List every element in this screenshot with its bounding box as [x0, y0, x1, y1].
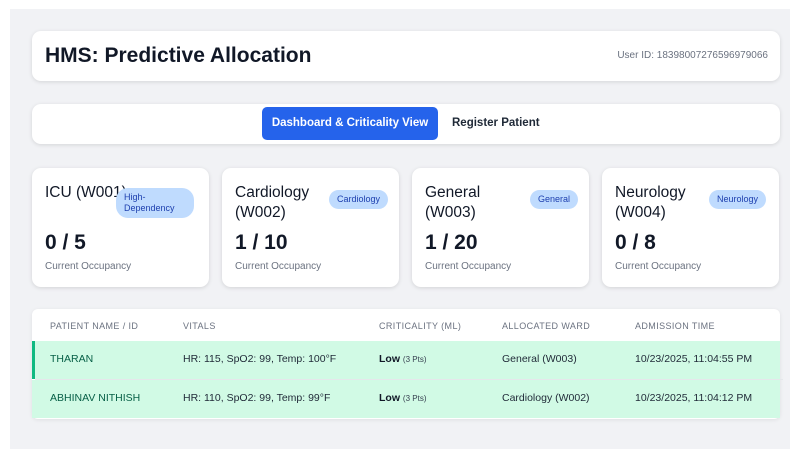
app-container: HMS: Predictive Allocation User ID: 1839… — [10, 9, 790, 449]
ward-badge: Cardiology — [329, 190, 389, 209]
ward-occupancy: 0 / 8 — [615, 231, 656, 254]
criticality-points: (3 Pts) — [402, 394, 427, 403]
ward-card-neurology: Neurology (W004) Neurology 0 / 8 Current… — [602, 168, 779, 287]
patient-criticality: Low (3 Pts) — [379, 392, 426, 404]
patient-vitals: HR: 115, SpO2: 99, Temp: 100°F — [183, 353, 337, 365]
ward-card-icu: ICU (W001) High-Dependency 0 / 5 Current… — [32, 168, 209, 287]
patient-ward: General (W003) — [502, 353, 577, 365]
patient-criticality: Low (3 Pts) — [379, 353, 426, 365]
table-header: PATIENT NAME / ID VITALS CRITICALITY (ML… — [32, 309, 780, 341]
ward-occupancy-caption: Current Occupancy — [425, 261, 512, 272]
tab-bar: Dashboard & Criticality View Register Pa… — [32, 104, 780, 144]
ward-occupancy: 0 / 5 — [45, 231, 86, 254]
ward-name: Cardiology (W002) — [235, 184, 310, 221]
ward-badge: General — [530, 190, 579, 209]
column-header-patient: PATIENT NAME / ID — [50, 321, 139, 331]
criticality-level: Low — [379, 353, 400, 365]
table-row[interactable]: THARAN HR: 115, SpO2: 99, Temp: 100°F Lo… — [32, 341, 783, 380]
patient-name: THARAN — [50, 353, 94, 365]
ward-occupancy-caption: Current Occupancy — [45, 261, 132, 272]
ward-card-cardiology: Cardiology (W002) Cardiology 1 / 10 Curr… — [222, 168, 399, 287]
table-row[interactable]: ABHINAV NITHISH HR: 110, SpO2: 99, Temp:… — [32, 380, 780, 418]
column-header-criticality: CRITICALITY (ML) — [379, 321, 462, 331]
ward-name: Neurology (W004) — [615, 184, 686, 221]
criticality-level: Low — [379, 392, 400, 404]
patient-ward: Cardiology (W002) — [502, 392, 590, 404]
criticality-points: (3 Pts) — [402, 355, 427, 364]
column-header-vitals: VITALS — [183, 321, 216, 331]
patient-name: ABHINAV NITHISH — [50, 392, 141, 404]
ward-name: General (W003) — [425, 184, 481, 221]
app-title: HMS: Predictive Allocation — [45, 44, 312, 67]
app-header: HMS: Predictive Allocation User ID: 1839… — [32, 31, 780, 81]
patient-table: PATIENT NAME / ID VITALS CRITICALITY (ML… — [32, 309, 783, 419]
ward-badge: Neurology — [709, 190, 767, 209]
ward-occupancy-caption: Current Occupancy — [615, 261, 702, 272]
patient-admission-time: 10/23/2025, 11:04:55 PM — [635, 353, 753, 365]
user-id: User ID: 18398007276596979066 — [617, 50, 768, 61]
tab-dashboard[interactable]: Dashboard & Criticality View — [262, 107, 438, 140]
ward-occupancy: 1 / 10 — [235, 231, 288, 254]
column-header-ward: ALLOCATED WARD — [502, 321, 591, 331]
ward-occupancy: 1 / 20 — [425, 231, 478, 254]
patient-admission-time: 10/23/2025, 11:04:12 PM — [635, 392, 753, 404]
ward-occupancy-caption: Current Occupancy — [235, 261, 322, 272]
ward-badge: High-Dependency — [116, 188, 194, 218]
tab-register-patient[interactable]: Register Patient — [452, 107, 540, 140]
ward-card-general: General (W003) General 1 / 20 Current Oc… — [412, 168, 589, 287]
patient-vitals: HR: 110, SpO2: 99, Temp: 99°F — [183, 392, 331, 404]
column-header-admission-time: ADMISSION TIME — [635, 321, 715, 331]
